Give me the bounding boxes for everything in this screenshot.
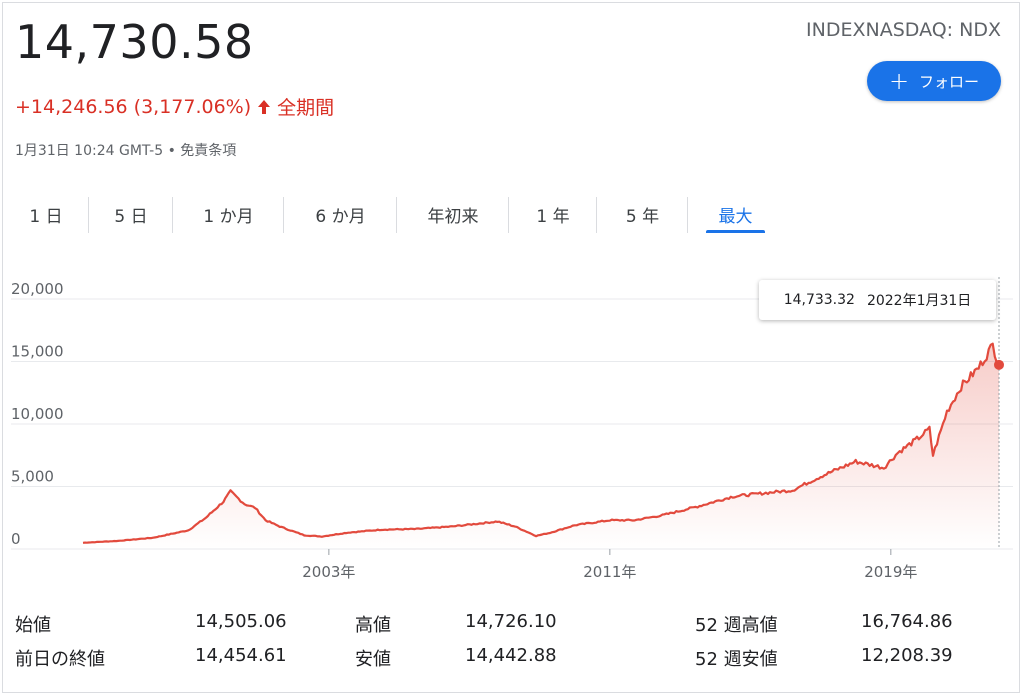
tab-label: 5 日 (114, 207, 148, 227)
ticker-symbol: INDEXNASDAQ: NDX (806, 19, 1001, 41)
open-label: 始値 (15, 615, 51, 636)
price-change: +14,246.56 (3,177.06%) 全期間 (15, 93, 334, 120)
tab-5y[interactable]: 5 年 (597, 191, 688, 237)
low-label: 安値 (355, 649, 391, 670)
tab-ytd[interactable]: 年初来 (397, 191, 509, 237)
arrow-up-icon (258, 99, 271, 114)
chart-tooltip: 14,733.32 2022年1月31日 (759, 280, 996, 320)
y-tick-label: 20,000 (11, 280, 64, 298)
y-tick-label: 0 (11, 530, 21, 548)
y-tick-label: 5,000 (11, 468, 54, 486)
range-tabs: 1 日 5 日 1 か月 6 か月 年初来 1 年 5 年 最大 (3, 191, 783, 237)
tab-1y[interactable]: 1 年 (509, 191, 597, 237)
change-value: +14,246.56 (3,177.06%) (15, 95, 252, 118)
change-period: 全期間 (277, 97, 335, 119)
plus-icon: + (888, 67, 910, 95)
stats-row: 前日の終値 14,454.61 安値 14,442.88 52 週安値 12,2… (3, 645, 1019, 675)
stock-card: 14,730.58 INDEXNASDAQ: NDX + フォロー +14,24… (2, 2, 1020, 693)
x-tick-label: 2019年 (864, 563, 917, 581)
last-point-marker (994, 359, 1004, 370)
open-value: 14,505.06 (195, 611, 287, 632)
tab-label: 5 年 (625, 207, 660, 227)
stats-row: 始値 14,505.06 高値 14,726.10 52 週高値 16,764.… (3, 611, 1019, 641)
high-value: 14,726.10 (465, 611, 557, 632)
follow-label: フォロー (919, 72, 980, 91)
tooltip-value: 14,733.32 (783, 292, 855, 308)
series-area (83, 343, 999, 549)
follow-button[interactable]: + フォロー (867, 61, 1001, 101)
y-tick-label: 10,000 (11, 405, 64, 423)
prev-close-value: 14,454.61 (195, 645, 287, 666)
y-tick-label: 15,000 (11, 343, 64, 361)
tab-label: 6 か月 (315, 207, 366, 227)
x-tick-label: 2011年 (583, 563, 636, 581)
week52-high-label: 52 週高値 (695, 615, 778, 636)
tab-1m[interactable]: 1 か月 (173, 191, 284, 237)
timestamp-disclaimer: 1月31日 10:24 GMT-5 • 免責条項 (15, 143, 237, 159)
tooltip-date: 2022年1月31日 (866, 293, 972, 309)
high-label: 高値 (355, 615, 391, 636)
week52-low-label: 52 週安値 (695, 649, 778, 670)
tab-5d[interactable]: 5 日 (89, 191, 173, 237)
tab-1d[interactable]: 1 日 (3, 191, 89, 237)
tab-label: 年初来 (427, 207, 479, 227)
tab-6m[interactable]: 6 か月 (284, 191, 397, 237)
tab-label: 1 年 (536, 207, 570, 227)
current-price: 14,730.58 (15, 15, 254, 69)
tab-label: 1 日 (29, 207, 63, 227)
tab-max[interactable]: 最大 (688, 191, 783, 237)
tab-label: 1 か月 (203, 207, 254, 227)
week52-high-value: 16,764.86 (861, 611, 953, 632)
prev-close-label: 前日の終値 (15, 649, 105, 670)
week52-low-value: 12,208.39 (861, 645, 953, 666)
low-value: 14,442.88 (465, 645, 557, 666)
price-chart[interactable]: 0 5,000 10,000 15,000 20,000 2003年 2011年 2019年 (3, 273, 1020, 593)
x-tick-label: 2003年 (302, 563, 355, 581)
tab-label: 最大 (718, 207, 753, 227)
